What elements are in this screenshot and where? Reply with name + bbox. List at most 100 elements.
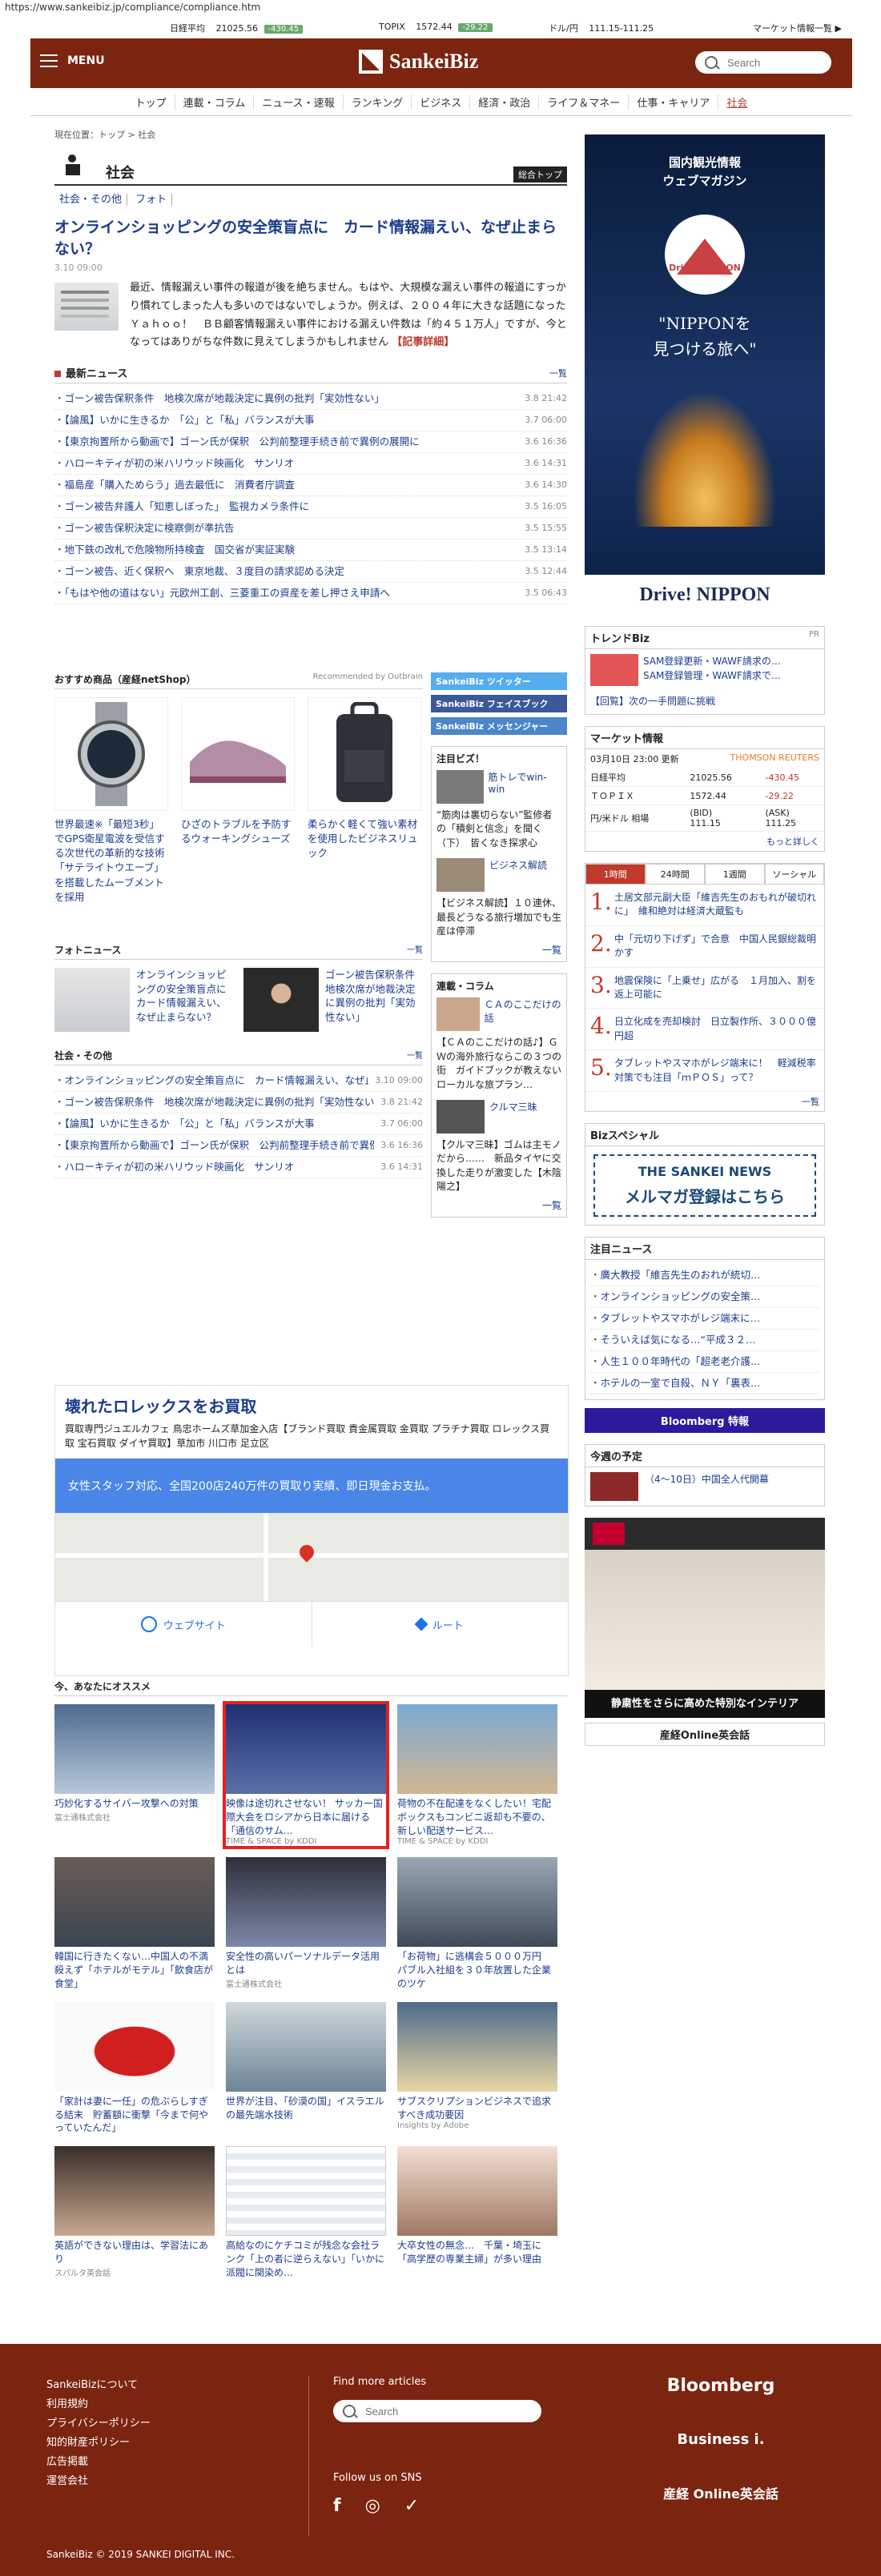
osusume-caption[interactable]: 高給なのにケチコミが残念な会社ランク「上の者に逆らえない」「いかに派閥に関染め… bbox=[226, 2239, 386, 2279]
market-more[interactable]: もっと詳しく bbox=[585, 832, 824, 851]
osusume-caption[interactable]: 荷物の不在配達をなくしたい！宅配ボックスもコンビニ返却も不要の、新しい配送サービ… bbox=[397, 1797, 557, 1837]
footer-link-about[interactable]: SankeiBizについて bbox=[46, 2376, 151, 2395]
list-item[interactable]: 地下鉄の改札で危険物所持検査 国交省が実証実験 3.5 13:14 bbox=[54, 540, 567, 562]
list-item[interactable]: 福島産「購入ためらう」過去最低に 消費者庁調査 3.6 14:30 bbox=[54, 475, 567, 497]
social-news-more[interactable]: 一覧 bbox=[407, 1049, 423, 1062]
product-image[interactable] bbox=[181, 697, 295, 811]
news-title[interactable]: ゴーン被告弁護人「知恵しぼった」 監視カメラ条件に bbox=[54, 496, 310, 517]
nav-economy[interactable]: 経済・政治 bbox=[470, 94, 540, 110]
osusume-image[interactable] bbox=[397, 1857, 557, 1948]
osusume-image[interactable] bbox=[54, 2146, 215, 2237]
news-title[interactable]: ハローキティが初の米ハリウッド映画化 サンリオ bbox=[54, 1157, 295, 1178]
biz-pickup-item[interactable]: 筋トレでwin-win bbox=[436, 770, 561, 804]
business-i-logo[interactable]: Business i. bbox=[641, 2431, 801, 2448]
osusume-card[interactable]: 巧妙化するサイバー攻撃への対策 富士通株式会社 bbox=[54, 1704, 215, 1846]
schedule-item[interactable]: （4～10日）中国全人代開幕 bbox=[585, 1467, 824, 1506]
list-item[interactable]: ゴーン被告保釈条件 地検次席が地裁決定に異例の批判「実効性ない」 3.8 21:4… bbox=[54, 388, 567, 411]
nissan-ad[interactable]: 静粛性をさらに高めた特別なインテリア bbox=[585, 1517, 825, 1718]
featured-link[interactable]: 廣大教授「維吉先生のおれが統切… bbox=[590, 1265, 761, 1286]
osusume-caption[interactable]: 「家計は妻に一任」の危ぶらしすぎる結末 貯蓄額に衝撃「今まで何やっていたんだ」 bbox=[54, 2095, 215, 2135]
news-title[interactable]: 【論風】いかに生きるか 「公」と「私」バランスが大事 bbox=[54, 410, 315, 431]
column-text[interactable]: 【クルマ三昧】ゴムは主モノだから…… 新品タイヤに交換した走りが激変した【木陰陽… bbox=[436, 1138, 561, 1194]
list-item[interactable]: ホテルの一室で自殺、ＮＹ「裏表… bbox=[590, 1373, 819, 1394]
product-card[interactable]: 世界最速※「最短3秒」でGPS衛星電波を受信する次世代の革新的な技術「サテライト… bbox=[54, 697, 168, 905]
osusume-card[interactable]: 安全性の高いパーソナルデータ活用とは 富士通株式会社 bbox=[226, 1857, 386, 1990]
rank-title[interactable]: 地震保険に「上乗せ」広がる １月加入、割を返上可能に bbox=[614, 974, 819, 1002]
news-title[interactable]: 地下鉄の改札で危険物所持検査 国交省が実証実験 bbox=[54, 540, 296, 560]
osusume-card[interactable]: 大卒女性の無念… 千葉・埼玉に「高学歴の専業主婦」が多い理由 bbox=[397, 2146, 557, 2279]
list-item[interactable]: ゴーン被告保釈条件 地検次席が地裁決定に異例の批判「実効性ない」 3.8 21:4… bbox=[54, 1092, 423, 1113]
menu-button[interactable]: MENU bbox=[40, 54, 105, 67]
news-title[interactable]: ゴーン被告保釈条件 地検次席が地裁決定に異例の批判「実効性ない」 bbox=[54, 388, 384, 409]
footer-link-ads[interactable]: 広告掲載 bbox=[46, 2453, 151, 2472]
osusume-card[interactable]: 映像は途切れさせない！ サッカー国際大会をロシアから日本に届ける「通信のサム… T… bbox=[223, 1700, 389, 1850]
list-item[interactable]: 人生１００年時代の「超老老介護… bbox=[590, 1351, 819, 1373]
list-item[interactable]: 1. 土居文部元副大臣「維吉先生のおもれが破切れに」 維和絶対は経済大蔵監も bbox=[585, 885, 824, 926]
news-title[interactable]: 福島産「購入ためらう」過去最低に 消費者庁調査 bbox=[54, 475, 296, 496]
list-item[interactable]: 3. 地震保険に「上乗せ」広がる １月加入、割を返上可能に bbox=[585, 968, 824, 1009]
bloomberg-button[interactable]: Bloomberg 特報 bbox=[585, 1407, 825, 1433]
twitter-button[interactable]: SankeiBiz ツイッター bbox=[431, 672, 567, 690]
product-card[interactable]: ひざのトラブルを予防するウォーキングシューズ bbox=[181, 697, 295, 905]
list-item[interactable]: ハローキティが初の米ハリウッド映画化 サンリオ 3.6 14:31 bbox=[54, 1157, 423, 1178]
product-card[interactable]: 柔らかく軽くて強い素材を使用したビジネスリュック bbox=[308, 697, 421, 905]
osusume-caption[interactable]: 安全性の高いパーソナルデータ活用とは bbox=[226, 1950, 386, 1977]
product-image[interactable] bbox=[54, 697, 168, 811]
featured-link[interactable]: ホテルの一室で自殺、ＮＹ「裏表… bbox=[590, 1373, 761, 1394]
tab-society-other[interactable]: 社会・その他 bbox=[54, 194, 128, 206]
rank-title[interactable]: 土居文部元副大臣「維吉先生のおもれが破切れに」 維和絶対は経済大蔵監も bbox=[614, 891, 819, 919]
list-item[interactable]: 【東京拘置所から動画で】ゴーン氏が保釈 公判前整理手続き前で異例の展開に 3.6 … bbox=[54, 431, 567, 454]
map-ad-banner[interactable]: 女性スタッフ対応、全国200店240万件の買取り実績、即日現金お支払。 bbox=[55, 1459, 568, 1513]
osusume-image[interactable] bbox=[226, 1704, 386, 1794]
biz-pickup-link[interactable]: ビジネス解読 bbox=[489, 858, 547, 892]
news-title[interactable]: 【論風】いかに生きるか 「公」と「私」バランスが大事 bbox=[54, 1113, 315, 1134]
osusume-image[interactable] bbox=[54, 1704, 215, 1794]
nav-column[interactable]: 連載・コラム bbox=[175, 94, 255, 110]
list-item[interactable]: 「もはや他の道はない」元欧州工創、三菱重工の資産を差し押さえ申請へ 3.5 06:… bbox=[54, 583, 567, 605]
biz-pickup-text[interactable]: “筋肉は裏切らない”監修者の「積剣と信念」を聞く（下） 皆くなき探求心 bbox=[436, 809, 561, 850]
photo-news-more[interactable]: 一覧 bbox=[407, 943, 423, 957]
footer-link-ip[interactable]: 知的財産ポリシー bbox=[46, 2434, 151, 2453]
tab-1week[interactable]: 1週間 bbox=[705, 864, 765, 885]
map-ad[interactable]: 壊れたロレックスをお買取 買取専門ジュエルカフェ 鳥忠ホームズ草加金入店【ブラン… bbox=[54, 1385, 569, 1676]
rank-title[interactable]: 日立化成を売却検討 日立製作所、３０００億円超 bbox=[614, 1015, 819, 1043]
osusume-card[interactable]: 荷物の不在配達をなくしたい！宅配ボックスもコンビニ返却も不要の、新しい配送サービ… bbox=[397, 1704, 557, 1846]
osusume-caption[interactable]: 映像は途切れさせない！ サッカー国際大会をロシアから日本に届ける「通信のサム… bbox=[226, 1797, 386, 1837]
column-item[interactable]: ＣＡのここだけの話 bbox=[436, 997, 561, 1032]
trend-link[interactable]: SAM登録管理・WAWF請求で… bbox=[643, 668, 781, 683]
tab-1hour[interactable]: 1時間 bbox=[585, 864, 646, 885]
nav-business[interactable]: ビジネス bbox=[412, 94, 471, 110]
osusume-caption[interactable]: 巧妙化するサイバー攻撃への対策 bbox=[54, 1797, 215, 1811]
osusume-image[interactable] bbox=[226, 2146, 386, 2237]
product-caption[interactable]: 世界最速※「最短3秒」でGPS衛星電波を受信する次世代の革新的な技術「サテライト… bbox=[54, 817, 167, 905]
biz-pickup-item[interactable]: ビジネス解読 bbox=[436, 858, 561, 893]
osusume-card[interactable]: 「家計は妻に一任」の危ぶらしすぎる結末 貯蓄額に衝撃「今まで何やっていたんだ」 bbox=[54, 2001, 215, 2135]
column-link[interactable]: ＣＡのここだけの話 bbox=[485, 997, 561, 1031]
tab-24hours[interactable]: 24時間 bbox=[645, 864, 705, 885]
list-item[interactable]: そういえば気になる…“平成３２… bbox=[590, 1330, 819, 1351]
osusume-image[interactable] bbox=[397, 1704, 557, 1794]
osusume-caption[interactable]: 「お荷物」に逃構会５０００万円 パブル入社組を３０年放置した企業のツケ bbox=[397, 1950, 557, 1990]
footer-link-company[interactable]: 運営会社 bbox=[46, 2472, 151, 2491]
osusume-card[interactable]: 世界が注目、「砂漠の国」イスラエルの最先端水技術 bbox=[226, 2001, 386, 2135]
map-ad-map[interactable] bbox=[55, 1513, 568, 1601]
photo-news-item[interactable]: ゴーン被告保釈条件 地検次席が地裁決定に異例の批判「実効性ない」 bbox=[243, 968, 424, 1032]
list-item[interactable]: 廣大教授「維吉先生のおれが統切… bbox=[590, 1265, 819, 1286]
osusume-card[interactable]: 英語ができない理由は、学習法にあり スパルタ英会話 bbox=[54, 2146, 215, 2279]
column-thumb[interactable] bbox=[436, 997, 480, 1032]
featured-link[interactable]: そういえば気になる…“平成３２… bbox=[590, 1330, 756, 1350]
biz-pickup-thumb[interactable] bbox=[436, 858, 485, 893]
list-item[interactable]: ゴーン被告、近く保釈へ 東京地裁、３度目の請求認める決定 3.5 12:44 bbox=[54, 561, 567, 584]
biz-pickup-more[interactable]: 一覧 bbox=[436, 943, 561, 957]
map-ad-title[interactable]: 壊れたロレックスをお買取 bbox=[65, 1394, 558, 1417]
nav-career[interactable]: 仕事・キャリア bbox=[629, 94, 719, 110]
nav-top[interactable]: トップ bbox=[127, 94, 175, 110]
osusume-caption[interactable]: 英語ができない理由は、学習法にあり bbox=[54, 2239, 215, 2266]
messenger-icon[interactable]: ◎ bbox=[365, 2496, 380, 2516]
news-title[interactable]: 【東京拘置所から動画で】ゴーン氏が保釈 公判前整理手続き前で異例の展開に bbox=[54, 431, 420, 452]
osusume-caption[interactable]: サブスクリプションビジネスで追求すべき成功要因 bbox=[397, 2095, 557, 2122]
nav-news[interactable]: ニュース・速報 bbox=[254, 94, 344, 110]
osusume-image[interactable] bbox=[54, 2001, 215, 2092]
facebook-button[interactable]: SankeiBiz フェイスブック bbox=[431, 695, 567, 712]
column-link[interactable]: クルマ三昧 bbox=[489, 1100, 537, 1134]
